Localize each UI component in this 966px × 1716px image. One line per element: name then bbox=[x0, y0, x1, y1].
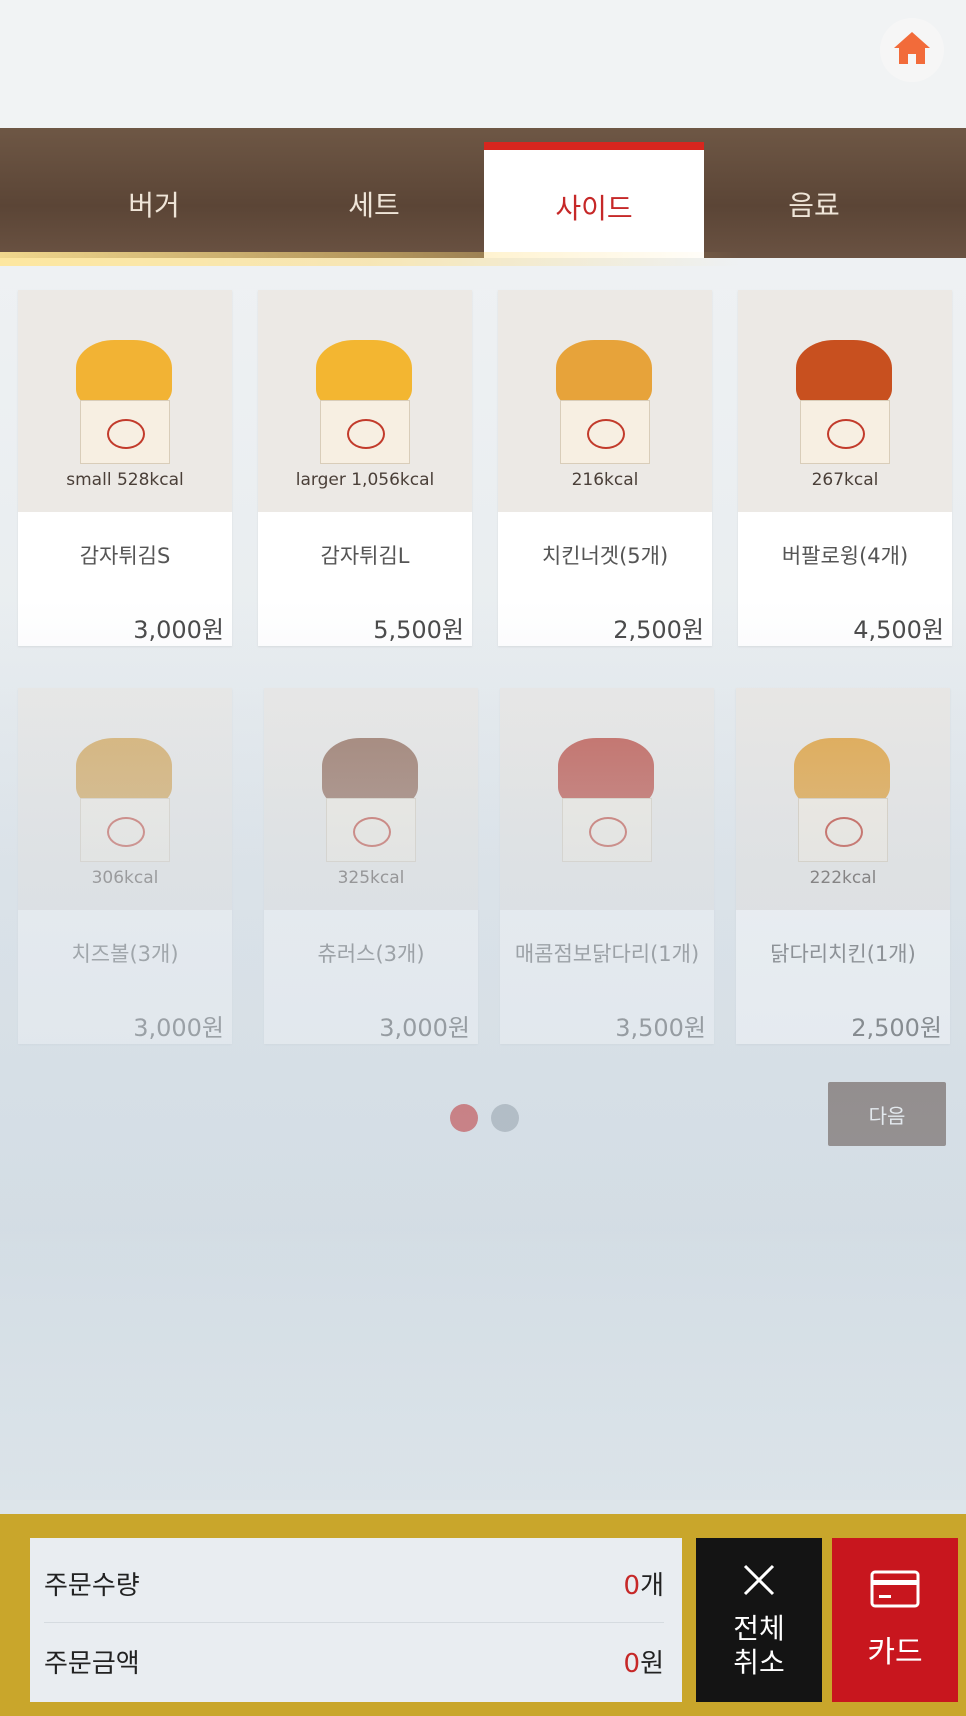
tab-label: 사이드 bbox=[555, 192, 633, 225]
tab-side[interactable]: 사이드 bbox=[484, 142, 704, 264]
product-image: 325kcal bbox=[264, 688, 478, 910]
product-card[interactable]: 222kcal 닭다리치킨(1개) 2,500원 bbox=[736, 688, 950, 1044]
amount-number: 0 bbox=[623, 1648, 641, 1679]
page-dot-active[interactable] bbox=[450, 1104, 478, 1132]
kcal-label: 306kcal bbox=[91, 868, 159, 888]
kcal-label: small 528kcal bbox=[66, 470, 184, 490]
product-image: 306kcal bbox=[18, 688, 232, 910]
product-card[interactable]: larger 1,056kcal 감자튀김L 5,500원 bbox=[258, 290, 472, 646]
tab-label: 세트 bbox=[348, 189, 400, 222]
product-name: 닭다리치킨(1개) bbox=[770, 942, 916, 966]
close-icon bbox=[739, 1560, 779, 1604]
product-card[interactable]: small 528kcal 감자튀김S 3,000원 bbox=[18, 290, 232, 646]
product-name: 감자튀김L bbox=[320, 544, 410, 568]
product-image bbox=[500, 688, 714, 910]
order-summary: 주문수량 0개 주문금액 0원 bbox=[30, 1538, 682, 1702]
product-image: 222kcal bbox=[736, 688, 950, 910]
product-price: 3,000원 bbox=[133, 1014, 224, 1042]
qty-unit: 개 bbox=[640, 1570, 664, 1601]
product-name: 츄러스(3개) bbox=[317, 942, 425, 966]
product-grid: small 528kcal 감자튀김S 3,000원 larger 1,056k… bbox=[0, 258, 966, 1514]
amount-row: 주문금액 0원 bbox=[44, 1622, 664, 1700]
qty-row: 주문수량 0개 bbox=[44, 1544, 664, 1623]
order-bar: 주문수량 0개 주문금액 0원 전체 취소 카드 bbox=[0, 1514, 966, 1716]
product-name: 매콤점보닭다리(1개) bbox=[514, 942, 700, 966]
tab-label: 음료 bbox=[788, 189, 840, 222]
product-price: 4,500원 bbox=[853, 616, 944, 644]
kcal-label: larger 1,056kcal bbox=[295, 470, 435, 490]
product-price: 5,500원 bbox=[373, 616, 464, 644]
tab-label: 버거 bbox=[128, 189, 180, 222]
product-price: 3,000원 bbox=[133, 616, 224, 644]
amount-value: 0원 bbox=[624, 1643, 664, 1680]
credit-card-icon bbox=[869, 1569, 921, 1613]
card-label: 카드 bbox=[867, 1635, 923, 1670]
next-button-label: 다음 bbox=[868, 1103, 906, 1128]
kcal-label: 222kcal bbox=[809, 868, 877, 888]
qty-number: 0 bbox=[623, 1570, 641, 1601]
product-price: 2,500원 bbox=[851, 1014, 942, 1042]
category-tabs: 버거 세트 사이드 음료 bbox=[0, 128, 966, 264]
product-card[interactable]: 267kcal 버팔로윙(4개) 4,500원 bbox=[738, 290, 952, 646]
product-image: 267kcal bbox=[738, 290, 952, 512]
product-name: 버팔로윙(4개) bbox=[781, 544, 909, 568]
product-price: 3,500원 bbox=[615, 1014, 706, 1042]
cancel-all-button[interactable]: 전체 취소 bbox=[696, 1538, 822, 1702]
product-name: 감자튀김S bbox=[79, 544, 171, 568]
product-card[interactable]: 매콤점보닭다리(1개) 3,500원 bbox=[500, 688, 714, 1044]
tab-set[interactable]: 세트 bbox=[264, 150, 484, 258]
product-image: larger 1,056kcal bbox=[258, 290, 472, 512]
product-name: 치킨너겟(5개) bbox=[541, 544, 669, 568]
tab-burger[interactable]: 버거 bbox=[44, 150, 264, 258]
kcal-label: 325kcal bbox=[337, 868, 405, 888]
cancel-label-line2: 취소 bbox=[733, 1646, 785, 1679]
card-payment-button[interactable]: 카드 bbox=[832, 1538, 958, 1702]
product-image: small 528kcal bbox=[18, 290, 232, 512]
product-card[interactable]: 216kcal 치킨너겟(5개) 2,500원 bbox=[498, 290, 712, 646]
product-price: 3,000원 bbox=[379, 1014, 470, 1042]
pagination-dots bbox=[450, 1104, 527, 1136]
qty-label: 주문수량 bbox=[44, 1570, 140, 1601]
kcal-label: 267kcal bbox=[811, 470, 879, 490]
home-button[interactable] bbox=[880, 18, 944, 82]
page-dot[interactable] bbox=[491, 1104, 520, 1132]
amount-unit: 원 bbox=[640, 1648, 664, 1679]
kcal-label: 216kcal bbox=[571, 470, 639, 490]
amount-label: 주문금액 bbox=[44, 1648, 140, 1679]
top-bar bbox=[0, 0, 966, 128]
tab-drink[interactable]: 음료 bbox=[704, 150, 924, 258]
product-card[interactable]: 325kcal 츄러스(3개) 3,000원 bbox=[264, 688, 478, 1044]
product-image: 216kcal bbox=[498, 290, 712, 512]
cancel-label-line1: 전체 bbox=[733, 1612, 785, 1645]
product-price: 2,500원 bbox=[613, 616, 704, 644]
home-icon bbox=[892, 28, 932, 72]
product-card[interactable]: 306kcal 치즈볼(3개) 3,000원 bbox=[18, 688, 232, 1044]
qty-value: 0개 bbox=[624, 1565, 664, 1602]
product-name: 치즈볼(3개) bbox=[71, 942, 179, 966]
next-page-button[interactable]: 다음 bbox=[828, 1082, 946, 1146]
